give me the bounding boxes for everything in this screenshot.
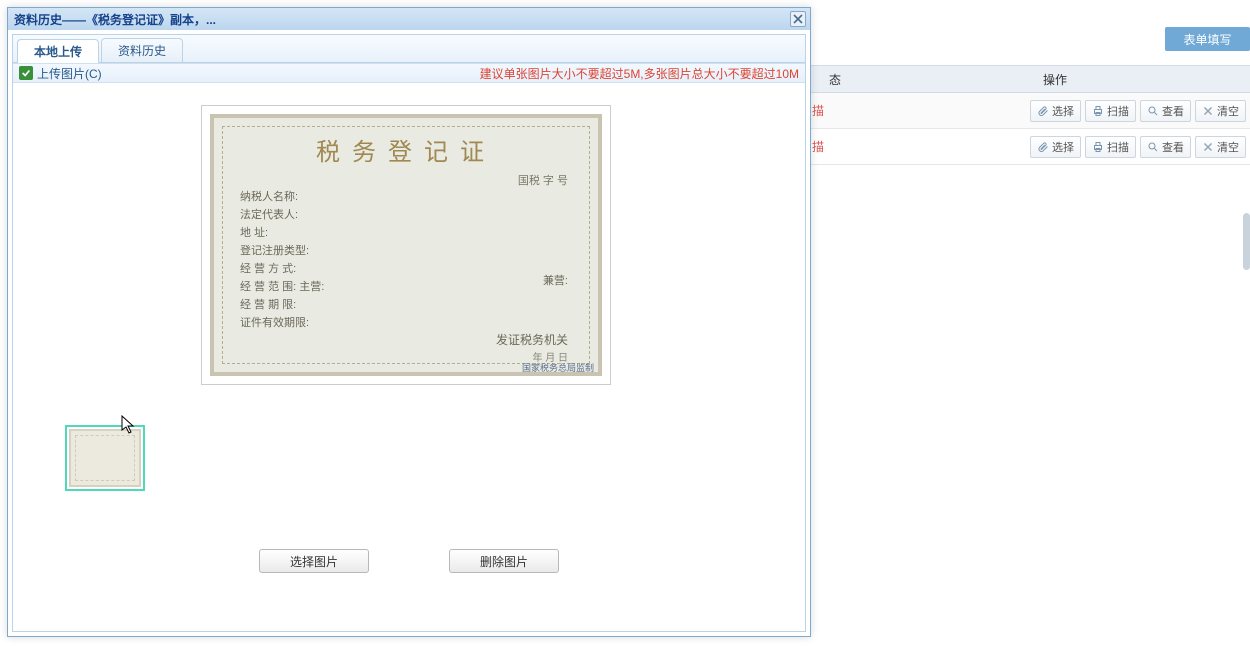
form-fill-button[interactable]: 表单填写 [1165, 27, 1250, 51]
dialog-title: 资料历史——《税务登记证》副本，... [14, 11, 790, 28]
delete-image-button[interactable]: 删除图片 [449, 549, 559, 573]
certificate-image: 税务登记证 国税 字 号 纳税人名称: 法定代表人: 地 址: 登记注册类型: … [210, 114, 602, 376]
select-label: 选择 [1052, 103, 1074, 119]
clear-button[interactable]: 清空 [1195, 136, 1246, 158]
clear-label: 清空 [1217, 139, 1239, 155]
view-button[interactable]: 查看 [1140, 136, 1191, 158]
close-button[interactable] [790, 11, 806, 27]
clear-label: 清空 [1217, 103, 1239, 119]
cert-footer: 国家税务总局监制 [522, 361, 594, 374]
col-status: 态 [810, 71, 860, 88]
status-cell: 描 [810, 138, 860, 155]
thumbnail[interactable] [65, 425, 145, 491]
table-row: 描 选择 扫描 查看 清空 [810, 93, 1250, 129]
view-label: 查看 [1162, 103, 1184, 119]
clip-icon [1037, 105, 1049, 117]
col-ops: 操作 [860, 71, 1250, 88]
dialog-titlebar[interactable]: 资料历史——《税务登记证》副本，... [8, 8, 810, 30]
table-row: 描 选择 扫描 查看 清空 [810, 129, 1250, 165]
printer-icon [1092, 141, 1104, 153]
tab-local-upload[interactable]: 本地上传 [17, 39, 99, 63]
upload-label: 上传图片(C) [37, 65, 102, 82]
scan-label: 扫描 [1107, 139, 1129, 155]
scan-button[interactable]: 扫描 [1085, 100, 1136, 122]
tab-label: 资料历史 [118, 42, 166, 59]
upload-toolbar: 上传图片(C) 建议单张图片大小不要超过5M,多张图片总大小不要超过10M [13, 63, 805, 83]
choose-image-label: 选择图片 [290, 553, 338, 570]
grid-header: 态 操作 [810, 65, 1250, 93]
cert-side: 兼营: [543, 272, 568, 288]
scrollbar-thumb[interactable] [1243, 213, 1250, 270]
cross-icon [1202, 141, 1214, 153]
scan-button[interactable]: 扫描 [1085, 136, 1136, 158]
magnifier-icon [1147, 141, 1159, 153]
cert-issuer: 发证税务机关 [496, 331, 568, 348]
scan-label: 扫描 [1107, 103, 1129, 119]
cross-icon [1202, 105, 1214, 117]
printer-icon [1092, 105, 1104, 117]
select-button[interactable]: 选择 [1030, 136, 1081, 158]
view-button[interactable]: 查看 [1140, 100, 1191, 122]
status-cell: 描 [810, 102, 860, 119]
select-label: 选择 [1052, 139, 1074, 155]
tab-bar: 本地上传 资料历史 [13, 35, 805, 63]
check-icon [21, 68, 31, 78]
image-preview[interactable]: 税务登记证 国税 字 号 纳税人名称: 法定代表人: 地 址: 登记注册类型: … [201, 105, 611, 385]
upload-checkbox[interactable] [19, 66, 33, 80]
clip-icon [1037, 141, 1049, 153]
cert-fields: 纳税人名称: 法定代表人: 地 址: 登记注册类型: 经 营 方 式: 经 营 … [240, 188, 324, 332]
close-icon [793, 14, 803, 24]
history-dialog: 资料历史——《税务登记证》副本，... 本地上传 资料历史 上传图片(C) 建议… [7, 7, 811, 637]
view-label: 查看 [1162, 139, 1184, 155]
tab-label: 本地上传 [34, 43, 82, 60]
delete-image-label: 删除图片 [480, 553, 528, 570]
cert-regno: 国税 字 号 [518, 172, 568, 188]
clear-button[interactable]: 清空 [1195, 100, 1246, 122]
choose-image-button[interactable]: 选择图片 [259, 549, 369, 573]
tab-history[interactable]: 资料历史 [101, 38, 183, 62]
select-button[interactable]: 选择 [1030, 100, 1081, 122]
upload-hint: 建议单张图片大小不要超过5M,多张图片总大小不要超过10M [480, 65, 799, 82]
form-fill-label: 表单填写 [1183, 31, 1231, 48]
magnifier-icon [1147, 105, 1159, 117]
